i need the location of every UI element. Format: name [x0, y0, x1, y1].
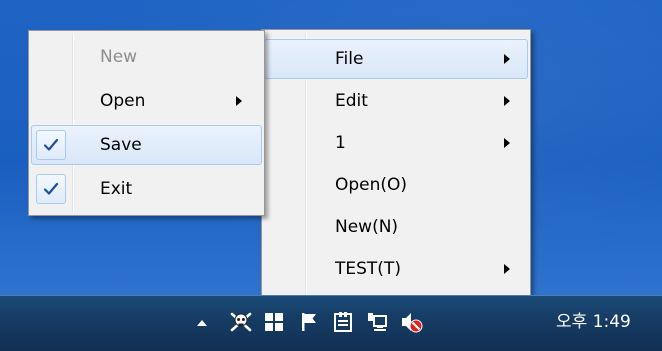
submenu-arrow-icon: [504, 264, 510, 274]
network-computer-icon[interactable]: [365, 310, 389, 334]
file-submenu: New Open Save Exit: [28, 30, 265, 216]
taskbar-clock[interactable]: 오후 1:49: [556, 310, 662, 334]
checkmark-icon: [36, 130, 66, 160]
menu-item-label: Save: [100, 135, 142, 155]
menu-item-label: File: [335, 49, 364, 69]
submenu-item-open[interactable]: Open: [31, 81, 262, 121]
submenu-item-exit[interactable]: Exit: [31, 169, 262, 209]
submenu-arrow-icon: [236, 96, 242, 106]
action-center-flag-icon[interactable]: [297, 310, 321, 334]
menu-item-label: New(N): [335, 217, 399, 237]
checkmark-icon: [36, 174, 66, 204]
taskbar: 오후 1:49: [0, 295, 662, 351]
device-usb-icon[interactable]: [331, 310, 355, 334]
menu-item-label: 1: [335, 133, 346, 153]
menu-item-new[interactable]: New(N): [264, 207, 528, 247]
menu-item-open[interactable]: Open(O): [264, 165, 528, 205]
submenu-arrow-icon: [504, 138, 510, 148]
skull-crossbones-icon[interactable]: [229, 310, 253, 334]
menu-item-label: New: [100, 47, 138, 67]
submenu-item-save[interactable]: Save: [31, 125, 262, 165]
menu-item-test[interactable]: TEST(T): [264, 249, 528, 289]
menu-item-edit[interactable]: Edit: [264, 81, 528, 121]
submenu-arrow-icon: [504, 96, 510, 106]
show-hidden-icons-arrow-icon[interactable]: [193, 314, 211, 332]
menu-item-1[interactable]: 1: [264, 123, 528, 163]
menu-item-label: Edit: [335, 91, 368, 111]
menu-item-label: Open: [100, 91, 146, 111]
menu-item-file[interactable]: File: [264, 39, 528, 79]
menu-item-label: Open(O): [335, 175, 408, 195]
windows-grid-icon[interactable]: [262, 310, 286, 334]
submenu-item-new[interactable]: New: [31, 37, 262, 77]
volume-muted-icon[interactable]: [400, 310, 424, 334]
menu-item-label: Exit: [100, 179, 133, 199]
tray-context-menu: File Edit 1 Open(O) New(N) TEST(T): [261, 29, 531, 304]
menu-item-label: TEST(T): [335, 259, 401, 279]
submenu-arrow-icon: [504, 54, 510, 64]
